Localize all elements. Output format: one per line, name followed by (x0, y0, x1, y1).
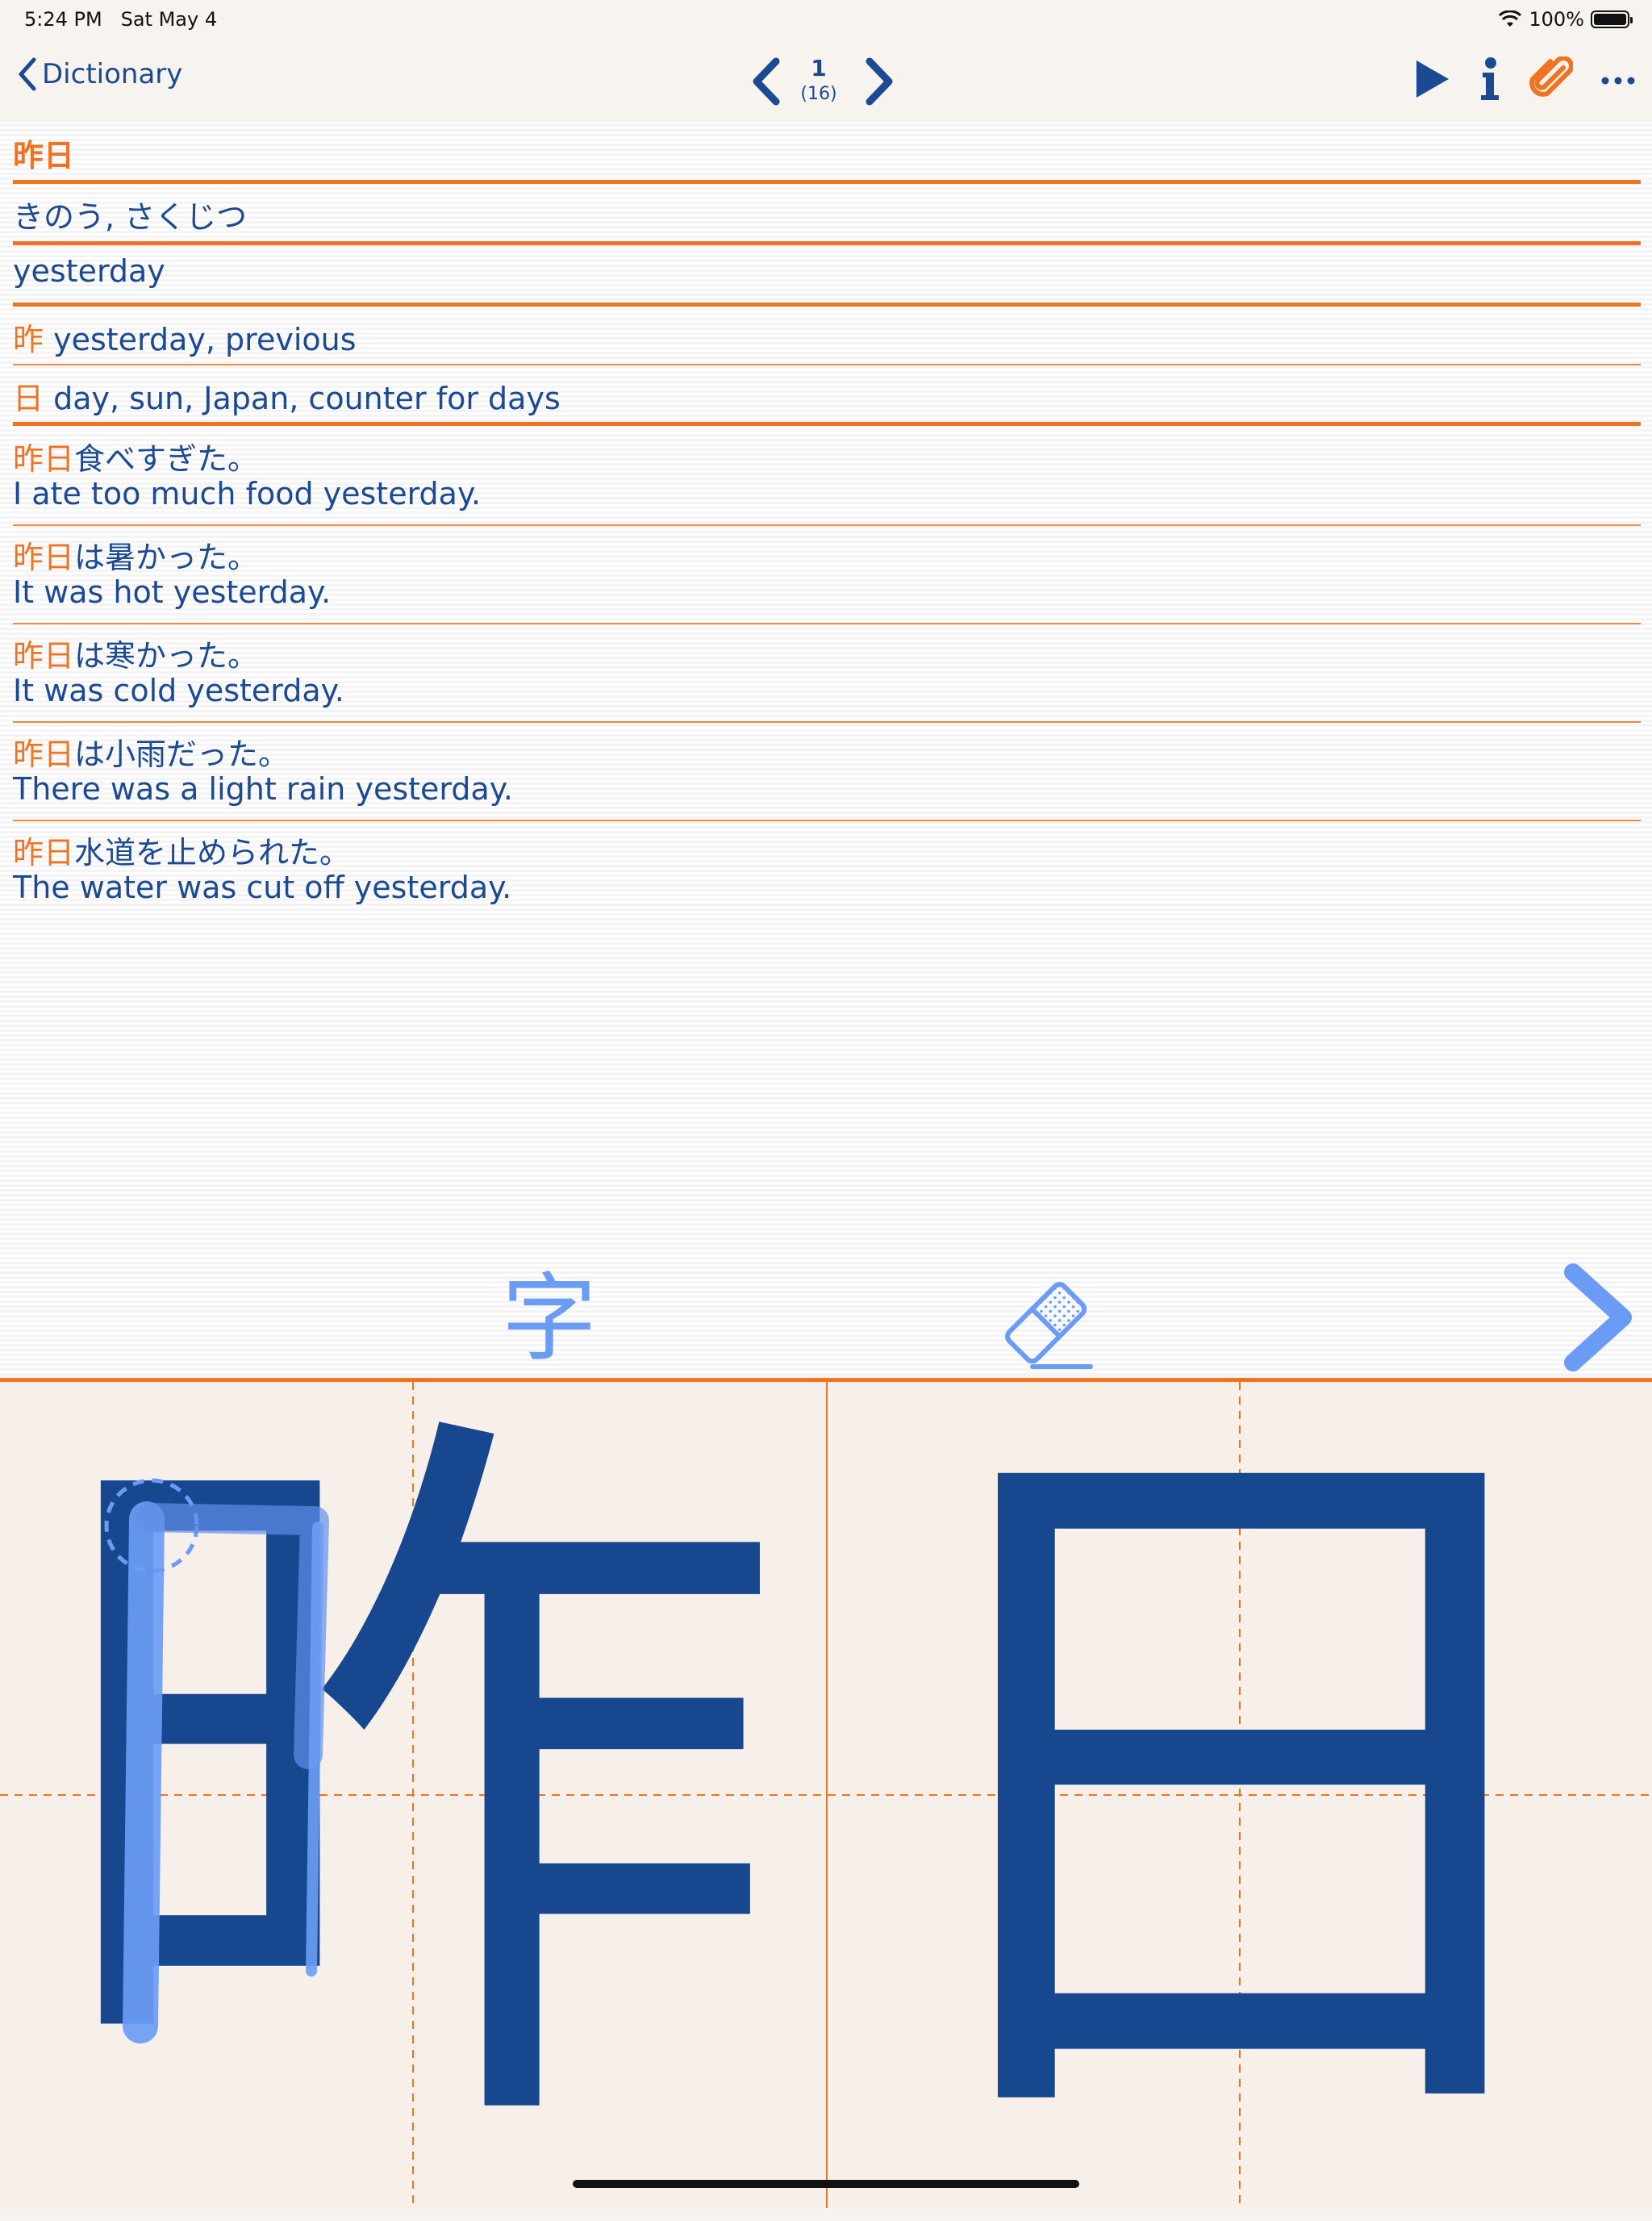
entry-meaning: yesterday (13, 253, 165, 289)
kanji-toggle-button[interactable]: 字 (502, 1271, 597, 1366)
status-bar: 5:24 PM Sat May 4 100% (0, 0, 1652, 37)
kanji-row-text: 昨 yesterday, previous (13, 322, 357, 357)
divider (13, 820, 1641, 821)
play-button[interactable] (1413, 59, 1450, 102)
home-indicator (573, 2180, 1079, 2188)
example-japanese: 昨日は小雨だった。 (13, 737, 290, 772)
divider (13, 721, 1641, 723)
example-english: It was cold yesterday. (13, 673, 344, 708)
back-button[interactable]: Dictionary (16, 56, 182, 92)
previous-entry-button[interactable] (750, 56, 782, 110)
battery-icon (1591, 10, 1633, 28)
example-japanese: 昨日水道を止められた。 (13, 835, 351, 870)
divider (13, 180, 1641, 184)
navigation-bar: Dictionary 1 (16) (0, 37, 1652, 122)
next-entry-button[interactable] (863, 56, 895, 110)
chevron-right-icon (866, 57, 893, 106)
example-english: It was hot yesterday. (13, 574, 332, 610)
status-right: 100% (1498, 8, 1633, 31)
entry-word: 昨日 (13, 138, 75, 173)
more-button[interactable] (1600, 73, 1636, 89)
battery-percent: 100% (1529, 8, 1584, 31)
divider (13, 524, 1641, 526)
handwritten-strokes (104, 1478, 329, 2044)
play-icon (1416, 61, 1449, 98)
writing-pad[interactable]: 昨 日 (0, 1378, 1652, 2208)
example-english: The water was cut off yesterday. (13, 870, 512, 905)
page-number: 1 (811, 55, 827, 81)
back-label: Dictionary (42, 58, 183, 90)
entry-content: 昨日 きのう, さくじつ yesterday 昨 yesterday, prev… (0, 121, 1652, 1376)
info-button[interactable] (1478, 56, 1502, 105)
example-english: There was a light rain yesterday. (13, 771, 513, 807)
divider (13, 303, 1641, 307)
wifi-icon (1499, 10, 1522, 27)
divider (13, 241, 1641, 245)
info-icon (1481, 57, 1499, 100)
paperclip-icon (1529, 56, 1574, 97)
divider (13, 422, 1641, 426)
entry-reading: きのう, さくじつ (13, 199, 248, 235)
divider (13, 364, 1641, 365)
attachment-button[interactable] (1529, 56, 1574, 105)
entry-pager: 1 (16) (742, 53, 903, 110)
divider (13, 623, 1641, 624)
example-japanese: 昨日食べすぎた。 (13, 441, 259, 477)
page-total: (16) (800, 84, 837, 104)
more-icon (1601, 77, 1635, 84)
status-time-date: 5:24 PM Sat May 4 (24, 8, 218, 31)
kanji-row-text: 日 day, sun, Japan, counter for days (13, 381, 561, 416)
example-japanese: 昨日は暑かった。 (13, 540, 259, 575)
chevron-left-icon (753, 57, 780, 106)
example-english: I ate too much food yesterday. (13, 476, 482, 511)
chevron-left-icon (19, 57, 36, 91)
nav-tools (1386, 56, 1636, 105)
example-japanese: 昨日は寒かった。 (13, 638, 259, 674)
